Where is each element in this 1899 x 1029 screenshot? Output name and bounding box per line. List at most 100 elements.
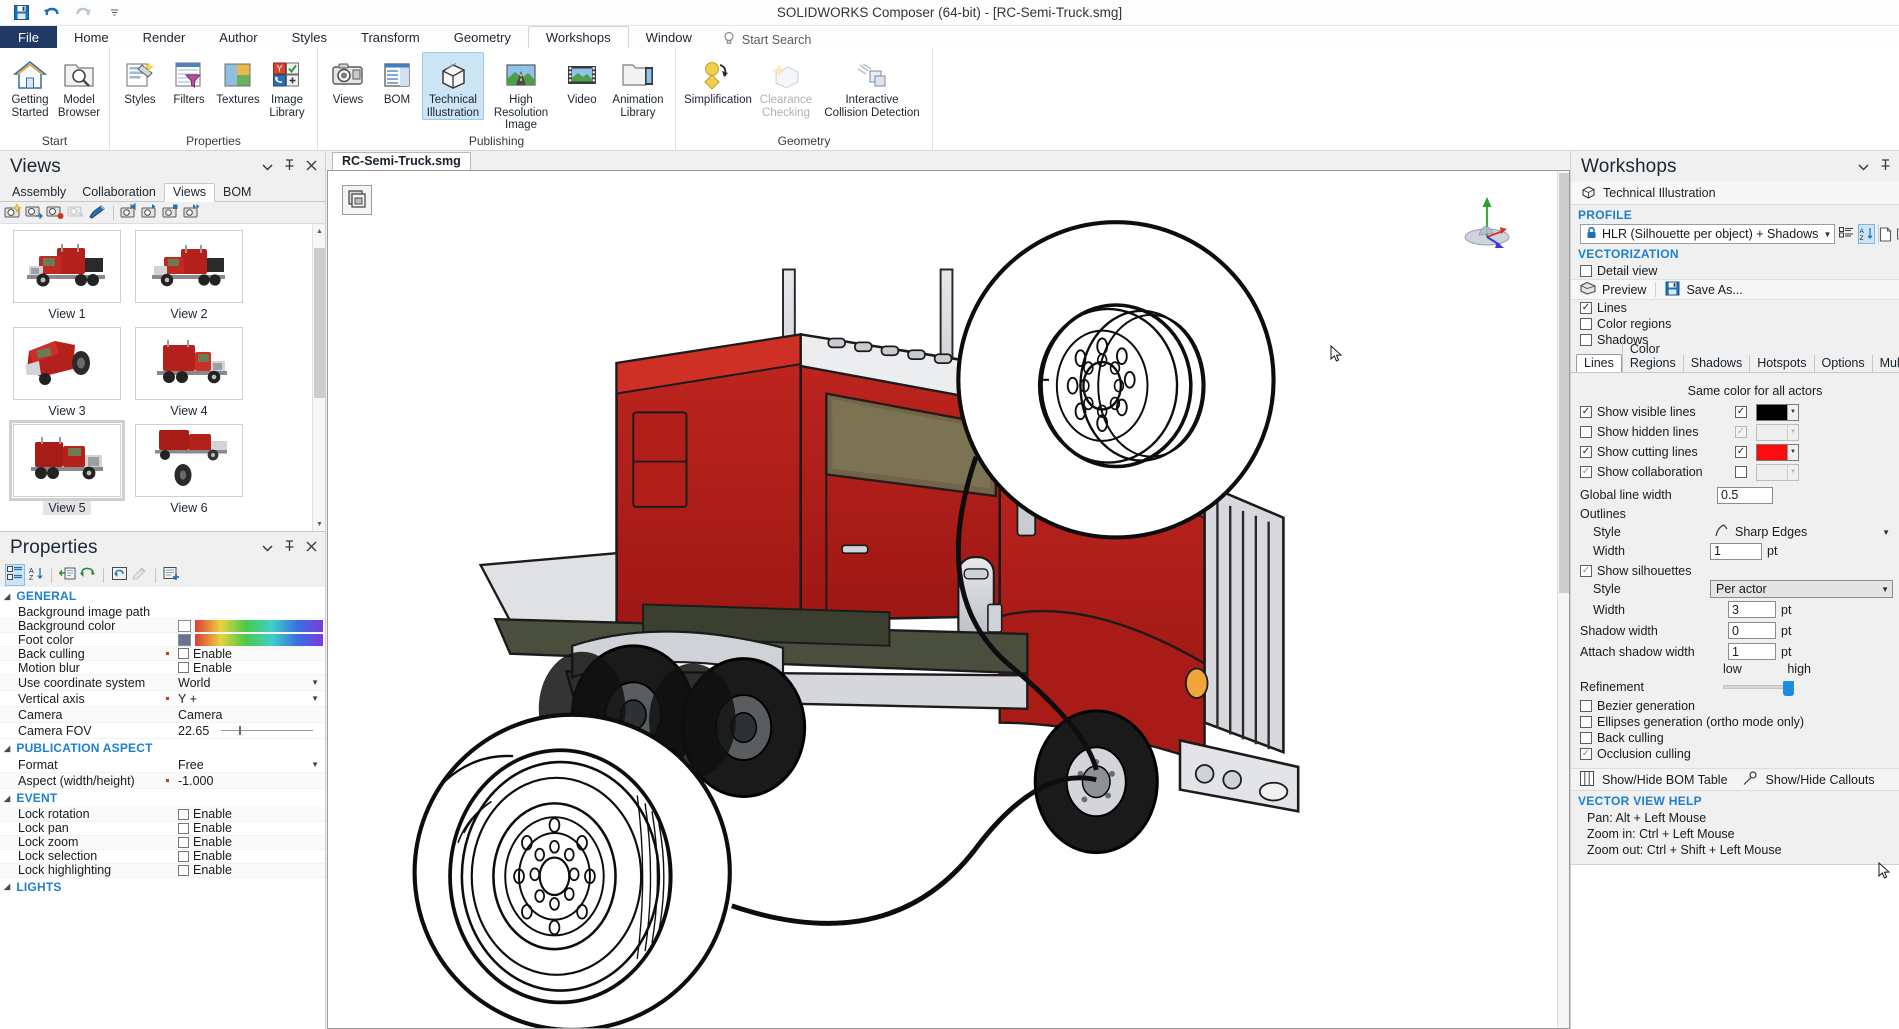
property-group-general[interactable]: ◢ GENERAL [0, 587, 325, 605]
views-button[interactable]: Views [324, 52, 372, 108]
tab-options[interactable]: Options [1813, 355, 1872, 372]
output-lines-checkbox[interactable]: ✓ [1580, 302, 1592, 314]
chevron-down-icon[interactable]: ▼ [1881, 585, 1889, 594]
tab-collaboration[interactable]: Collaboration [74, 184, 164, 201]
property-row[interactable]: Lock highlighting Enable [0, 863, 325, 878]
view-thumbnail-1[interactable]: View 1 [8, 230, 126, 321]
properties-panel-close-icon[interactable] [306, 541, 317, 555]
dropdown-caret-icon[interactable]: ▼ [311, 694, 319, 703]
global-line-width-input[interactable]: 0.5 [1717, 486, 1773, 504]
group-by-category-icon[interactable] [5, 564, 25, 586]
view-thumbnail-4[interactable]: View 4 [130, 327, 248, 418]
silhouettes-width-input[interactable]: 3 [1728, 601, 1776, 618]
color-swatch[interactable] [178, 633, 191, 646]
property-row[interactable]: Lock rotation Enable [0, 807, 325, 822]
property-row[interactable]: Camera Camera [0, 707, 325, 724]
paint-view-icon[interactable] [88, 203, 107, 223]
technical-illustration-button[interactable]: Technical Illustration [422, 52, 484, 120]
property-group-event[interactable]: ◢ EVENT [0, 789, 325, 807]
chevron-down-icon[interactable]: ▼ [1823, 230, 1831, 239]
bezier-generation-row[interactable]: Bezier generation [1571, 698, 1899, 714]
preview-label[interactable]: Preview [1602, 283, 1646, 297]
views-scroll-thumb[interactable] [314, 248, 325, 398]
enable-checkbox[interactable] [178, 864, 189, 876]
property-row[interactable]: Use coordinate system World ▼ [0, 675, 325, 692]
show-hidden-lines-checkbox[interactable] [1580, 426, 1592, 438]
enable-checkbox[interactable] [178, 822, 189, 834]
tab-transform[interactable]: Transform [344, 26, 437, 48]
model-browser-button[interactable]: Model Browser [55, 52, 103, 120]
viewport-scrollbar[interactable] [1557, 171, 1569, 1028]
enable-checkbox[interactable] [178, 662, 189, 674]
back-culling-row[interactable]: Back culling [1571, 730, 1899, 746]
show-cutting-lines-checkbox[interactable]: ✓ [1580, 446, 1592, 458]
cutting-lines-color-checkbox[interactable]: ✓ [1735, 446, 1747, 458]
update-view-icon[interactable] [25, 203, 44, 223]
coordinate-axis-icon[interactable] [1457, 193, 1517, 253]
view-thumbnail-5[interactable]: View 5 [8, 420, 126, 515]
next-view-icon[interactable] [183, 203, 202, 223]
filters-button[interactable]: Filters [165, 52, 213, 108]
tab-lines[interactable]: Lines [1576, 354, 1622, 373]
chevron-down-icon[interactable]: ▼ [1882, 528, 1890, 537]
property-row[interactable]: Lock selection Enable [0, 849, 325, 864]
detail-view-row[interactable]: Detail view [1571, 263, 1899, 279]
tab-shadows[interactable]: Shadows [1682, 355, 1749, 372]
previous-view-icon[interactable] [141, 203, 160, 223]
tab-bom[interactable]: BOM [215, 184, 259, 201]
tab-assembly[interactable]: Assembly [4, 184, 74, 201]
output-color-regions-checkbox[interactable] [1580, 318, 1592, 330]
tab-hotspots[interactable]: Hotspots [1749, 355, 1813, 372]
tab-workshops[interactable]: Workshops [527, 26, 629, 48]
ellipses-generation-row[interactable]: Ellipses generation (ortho mode only) [1571, 714, 1899, 730]
occlusion-culling-row[interactable]: ✓ Occlusion culling [1571, 746, 1899, 762]
document-tab[interactable]: RC-Semi-Truck.smg [332, 152, 471, 170]
property-row[interactable]: Lock pan Enable [0, 821, 325, 836]
tab-styles[interactable]: Styles [275, 26, 344, 48]
refresh-properties-icon[interactable] [79, 566, 96, 584]
customize-qat-icon[interactable] [103, 3, 125, 23]
animation-library-button[interactable]: Animation Library [607, 52, 669, 120]
enable-checkbox[interactable] [178, 836, 189, 848]
dropdown-caret-icon[interactable]: ▼ [311, 678, 319, 687]
enable-checkbox[interactable] [178, 850, 189, 862]
dropdown-caret-icon[interactable]: ▼ [311, 760, 319, 769]
property-row[interactable]: Lock zoom Enable [0, 835, 325, 850]
start-search[interactable]: Start Search [709, 31, 811, 48]
view-thumbnail-6[interactable]: View 6 [130, 424, 248, 515]
getting-started-button[interactable]: Getting Started [6, 52, 54, 120]
camera-fov-slider[interactable] [221, 726, 314, 736]
enable-checkbox[interactable] [178, 648, 189, 660]
collaboration-color-checkbox[interactable] [1735, 466, 1747, 478]
cutting-lines-color-button[interactable]: ▼ [1756, 443, 1799, 461]
property-row[interactable]: Background color [0, 619, 325, 634]
visible-lines-color-checkbox[interactable]: ✓ [1735, 406, 1747, 418]
viewport-scroll-thumb[interactable] [1559, 173, 1569, 593]
tab-render[interactable]: Render [126, 26, 203, 48]
workshops-panel-menu-icon[interactable] [1858, 160, 1869, 174]
3d-viewport[interactable] [327, 170, 1570, 1029]
property-row[interactable]: Camera FOV 22.65 [0, 723, 325, 740]
create-view-icon[interactable] [4, 202, 23, 223]
property-row[interactable]: Foot color [0, 633, 325, 648]
chevron-down-icon[interactable]: ▼ [1787, 444, 1798, 460]
property-row[interactable]: Aspect (width/height) -1.000 [0, 773, 325, 790]
callout-icon[interactable] [1742, 770, 1758, 789]
bezier-generation-checkbox[interactable] [1580, 700, 1592, 712]
views-scrollbar[interactable]: ▲ ▼ [312, 224, 325, 531]
detail-view-checkbox[interactable] [1580, 265, 1592, 277]
property-group-lights[interactable]: ◢ LIGHTS [0, 878, 325, 896]
preview-icon[interactable] [1580, 281, 1596, 298]
high-resolution-image-button[interactable]: High Resolution Image [485, 52, 557, 133]
add-property-icon[interactable] [163, 566, 180, 584]
manage-profiles-icon[interactable] [1838, 224, 1855, 244]
bom-table-icon[interactable] [1580, 770, 1594, 789]
outlines-style-dropdown[interactable]: Sharp Edges ▼ [1710, 523, 1893, 541]
outlines-width-input[interactable]: 1 [1710, 542, 1762, 560]
show-hide-callouts-label[interactable]: Show/Hide Callouts [1766, 773, 1875, 787]
tab-color-regions[interactable]: Color Regions [1621, 341, 1683, 372]
color-gradient-bar[interactable] [195, 619, 323, 632]
views-scroll-down-icon[interactable]: ▼ [313, 517, 325, 531]
tab-window[interactable]: Window [629, 26, 709, 48]
enable-checkbox[interactable] [178, 808, 189, 820]
